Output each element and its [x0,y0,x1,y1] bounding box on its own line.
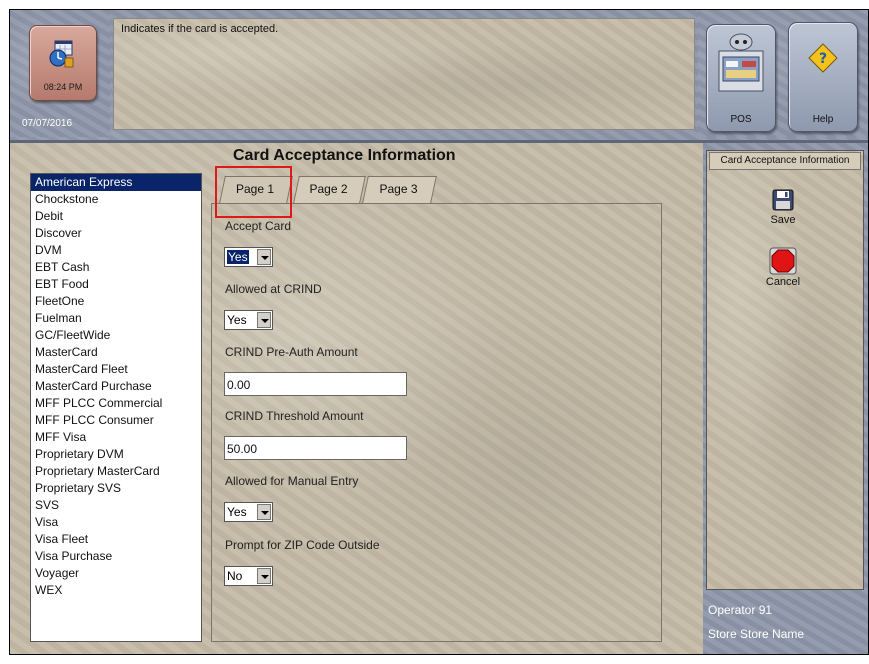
list-item[interactable]: Proprietary SVS [31,480,201,497]
list-item[interactable]: Chockstone [31,191,201,208]
list-item[interactable]: WEX [31,582,201,599]
card-type-list[interactable]: American Express Chockstone Debit Discover D… [30,173,202,642]
help-button[interactable]: ? Help [788,22,858,132]
tab-label: Page 2 [309,182,348,196]
list-item[interactable]: Proprietary DVM [31,446,201,463]
list-item[interactable]: GC/FleetWide [31,327,201,344]
clock-area: 08:24 PM 07/07/2016 [10,10,110,137]
clock-button[interactable]: 08:24 PM [29,25,97,101]
list-item[interactable]: MasterCard Purchase [31,378,201,395]
cancel-label: Cancel [765,276,801,288]
chevron-down-icon[interactable] [257,504,271,520]
list-item[interactable]: Proprietary MasterCard [31,463,201,480]
list-item[interactable]: MFF PLCC Consumer [31,412,201,429]
threshold-amount-input[interactable]: 50.00 [224,436,407,460]
prompt-box: Indicates if the card is accepted. [113,18,695,130]
tab-page-3[interactable]: Page 3 [362,176,437,203]
store-name-text: Store Store Name [708,627,805,641]
chevron-down-icon[interactable] [257,568,271,584]
list-item[interactable]: MasterCard [31,344,201,361]
list-item[interactable]: Discover [31,225,201,242]
pos-button[interactable]: POS [706,24,776,132]
list-item[interactable]: Debit [31,208,201,225]
top-right-toolbar: POS ? Help [698,10,868,137]
list-item[interactable]: SVS [31,497,201,514]
list-item[interactable]: Visa Fleet [31,531,201,548]
accept-card-value: Yes [227,250,249,264]
preauth-amount-label: CRIND Pre-Auth Amount [225,345,358,359]
pos-terminal-icon [718,33,764,92]
prompt-text: Indicates if the card is accepted. [121,23,279,35]
manual-entry-label: Allowed for Manual Entry [225,474,359,488]
help-label: Help [812,114,834,125]
chevron-down-icon[interactable] [257,312,271,328]
accept-card-select[interactable]: Yes [224,247,273,267]
zip-prompt-value: No [227,569,243,583]
save-button[interactable]: Save [753,189,813,226]
accept-card-label: Accept Card [225,219,292,233]
operator-text: Operator 91 [708,603,773,617]
list-item[interactable]: American Express [31,174,201,191]
save-label: Save [770,214,796,226]
list-item[interactable]: FleetOne [31,293,201,310]
tab-highlight-box [215,166,292,218]
side-panel-title: Card Acceptance Information [709,152,861,170]
list-item[interactable]: Visa Purchase [31,548,201,565]
clock-calendar-icon [49,40,74,68]
manual-entry-value: Yes [227,505,247,519]
help-icon: ? [808,43,838,73]
list-item[interactable]: EBT Food [31,276,201,293]
stop-icon [769,247,797,275]
manual-entry-select[interactable]: Yes [224,502,273,522]
allowed-crind-select[interactable]: Yes [224,310,273,330]
chevron-down-icon[interactable] [257,249,271,265]
cancel-button[interactable]: Cancel [753,247,813,288]
allowed-crind-value: Yes [227,313,247,327]
list-item[interactable]: MFF PLCC Commercial [31,395,201,412]
allowed-crind-label: Allowed at CRIND [225,282,322,296]
floppy-disk-icon [772,189,794,211]
pos-label: POS [730,114,752,125]
list-item[interactable]: DVM [31,242,201,259]
zip-prompt-select[interactable]: No [224,566,273,586]
list-item[interactable]: EBT Cash [31,259,201,276]
list-item[interactable]: Fuelman [31,310,201,327]
current-date: 07/07/2016 [22,118,73,129]
svg-text:?: ? [819,51,827,67]
zip-prompt-label: Prompt for ZIP Code Outside [225,538,380,552]
list-item[interactable]: Visa [31,514,201,531]
list-item[interactable]: MasterCard Fleet [31,361,201,378]
page-title: Card Acceptance Information [233,147,456,164]
threshold-amount-label: CRIND Threshold Amount [225,409,364,423]
list-item[interactable]: MFF Visa [31,429,201,446]
preauth-amount-input[interactable]: 0.00 [224,372,407,396]
list-item[interactable]: Voyager [31,565,201,582]
tab-label: Page 3 [379,182,418,196]
tab-page-2[interactable]: Page 2 [293,176,366,203]
clock-time: 08:24 PM [43,82,83,92]
